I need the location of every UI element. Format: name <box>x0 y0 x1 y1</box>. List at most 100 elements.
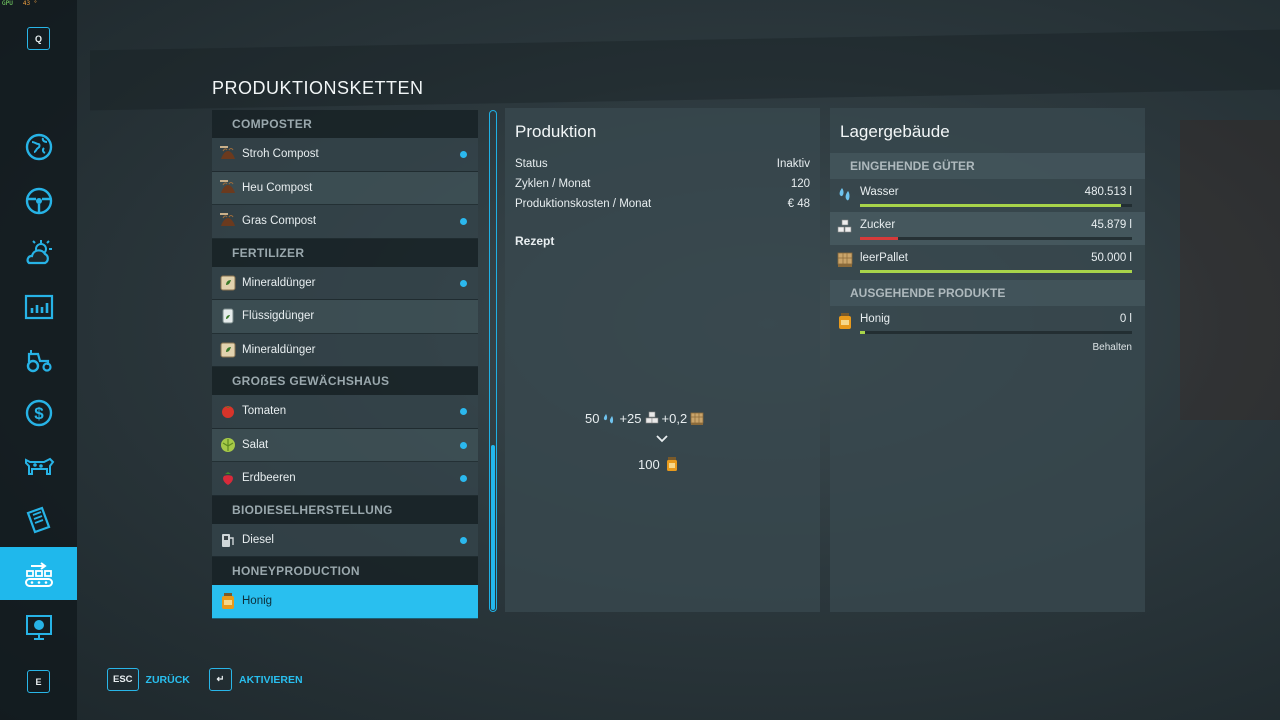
fertilizer-bag-icon <box>218 273 238 293</box>
active-indicator <box>460 536 467 544</box>
fertilizer-bag-icon <box>218 340 238 360</box>
back-label: ZURÜCK <box>145 673 190 686</box>
production-chain-item[interactable]: Diesel <box>212 523 478 557</box>
compost-icon <box>218 178 238 198</box>
nav-animals[interactable] <box>0 443 77 489</box>
nav-production[interactable] <box>0 547 77 600</box>
production-chain-item[interactable]: Honig <box>212 585 478 619</box>
chevron-down-icon <box>656 435 668 443</box>
item-label: Mineraldünger <box>242 276 316 289</box>
status-value: Inaktiv <box>776 158 810 170</box>
contracts-icon <box>26 506 50 534</box>
activate-label: AKTIVIEREN <box>239 673 303 686</box>
fill-bar <box>860 204 1122 207</box>
cost-label: Produktionskosten / Monat <box>515 198 652 210</box>
svg-text:$: $ <box>34 404 44 423</box>
nav-statistics[interactable] <box>0 284 77 330</box>
activate-button[interactable]: ↵ AKTIVIEREN <box>209 668 303 691</box>
key-q-hint[interactable]: Q <box>27 27 50 50</box>
item-label: Tomaten <box>242 405 287 418</box>
good-name: Wasser <box>860 186 899 198</box>
production-chain-item[interactable]: Flüssigdünger <box>212 300 478 334</box>
page-title: PRODUKTIONSKETTEN <box>212 78 424 98</box>
active-indicator <box>460 475 467 483</box>
steering-wheel-icon <box>25 187 52 215</box>
active-indicator <box>460 408 467 416</box>
honey-jar-icon <box>218 591 238 611</box>
good-amount: 45.879 l <box>1091 219 1132 231</box>
storage-title: Lagergebäude <box>840 122 950 141</box>
back-button[interactable]: ESC ZURÜCK <box>107 668 190 691</box>
recipe-sugar-amount: +25 <box>619 410 642 426</box>
recipe-label: Rezept <box>515 234 555 248</box>
tractor-icon <box>26 350 52 373</box>
category-header: BIODIESELHERSTELLUNG <box>212 495 478 524</box>
nav-weather[interactable] <box>0 230 77 276</box>
weather-icon <box>26 240 52 265</box>
storage-good-row: Wasser 480.513 l <box>830 179 1145 212</box>
storage-good-row: Zucker 45.879 l <box>830 212 1145 245</box>
honey-jar-icon <box>836 312 854 330</box>
item-label: Salat <box>242 438 269 451</box>
production-chain-list: COMPOSTER Stroh Compost Heu Compost Gras Co… <box>212 110 478 619</box>
item-label: Stroh Compost <box>242 148 319 161</box>
production-chain-item[interactable]: Erdbeeren <box>212 462 478 496</box>
category-header: GROẞES GEWÄCHSHAUS <box>212 367 478 395</box>
fill-bar <box>860 270 1132 273</box>
item-label: Mineraldünger <box>242 343 316 356</box>
production-chain-item[interactable]: Gras Compost <box>212 205 478 239</box>
nav-vehicles[interactable] <box>0 178 77 224</box>
item-label: Honig <box>242 595 273 608</box>
nav-contracts[interactable] <box>0 497 77 543</box>
recipe-pallet-amount: +0,2 <box>661 410 688 426</box>
production-chain-item[interactable]: Heu Compost <box>212 171 478 205</box>
fill-bar <box>860 237 899 240</box>
water-drop-icon <box>601 410 617 426</box>
production-chain-item[interactable]: Salat <box>212 428 478 462</box>
category-header: COMPOSTER <box>212 110 478 138</box>
fill-bar-track <box>860 270 1132 273</box>
cycles-label: Zyklen / Monat <box>515 178 591 190</box>
production-title: Produktion <box>515 122 597 141</box>
scrollbar-thumb[interactable] <box>491 445 495 610</box>
incoming-goods-list: Wasser 480.513 l Zucker 45.879 l leerPallet 5… <box>830 179 1145 278</box>
esc-key: ESC <box>107 668 139 691</box>
diesel-icon <box>218 530 238 550</box>
production-chain-item[interactable]: Stroh Compost <box>212 138 478 172</box>
recipe-output: 100 <box>638 456 680 472</box>
cycles-value: 120 <box>790 178 810 190</box>
recipe-water-amount: 50 <box>585 410 600 426</box>
liquid-fertilizer-icon <box>218 306 238 326</box>
nav-map[interactable] <box>0 124 77 170</box>
dollar-icon: $ <box>25 399 52 427</box>
lettuce-icon <box>218 435 238 455</box>
item-label: Erdbeeren <box>242 472 296 485</box>
production-chain-item[interactable]: Mineraldünger <box>212 266 478 300</box>
cycles-row: Zyklen / Monat 120 <box>505 174 820 194</box>
outgoing-products-header: AUSGEHENDE PRODUKTE <box>830 280 1145 306</box>
strawberry-icon <box>218 468 238 488</box>
status-row: Status Inaktiv <box>505 154 820 174</box>
fill-bar <box>860 331 866 334</box>
enter-key: ↵ <box>209 668 232 691</box>
pallet-icon <box>689 410 705 426</box>
statistics-icon <box>24 294 53 320</box>
cost-value: € 48 <box>787 198 810 210</box>
globe-icon <box>25 133 52 161</box>
good-amount: 50.000 l <box>1091 252 1132 264</box>
storage-mode-toggle[interactable]: Behalten <box>1093 342 1132 353</box>
item-label: Heu Compost <box>242 181 313 194</box>
production-chain-item[interactable]: Mineraldünger <box>212 333 478 367</box>
nav-finances[interactable]: $ <box>0 390 77 436</box>
good-name: Honig <box>860 313 891 325</box>
nav-tractor[interactable] <box>0 337 77 383</box>
key-e-hint[interactable]: E <box>27 670 50 693</box>
item-label: Gras Compost <box>242 215 317 228</box>
nav-help[interactable] <box>0 604 77 650</box>
item-label: Diesel <box>242 533 274 546</box>
honey-jar-icon <box>664 456 680 472</box>
incoming-goods-header: EINGEHENDE GÜTER <box>830 153 1145 179</box>
production-chain-item[interactable]: Tomaten <box>212 395 478 429</box>
good-name: Zucker <box>860 219 896 231</box>
fill-bar-track <box>860 331 1132 334</box>
